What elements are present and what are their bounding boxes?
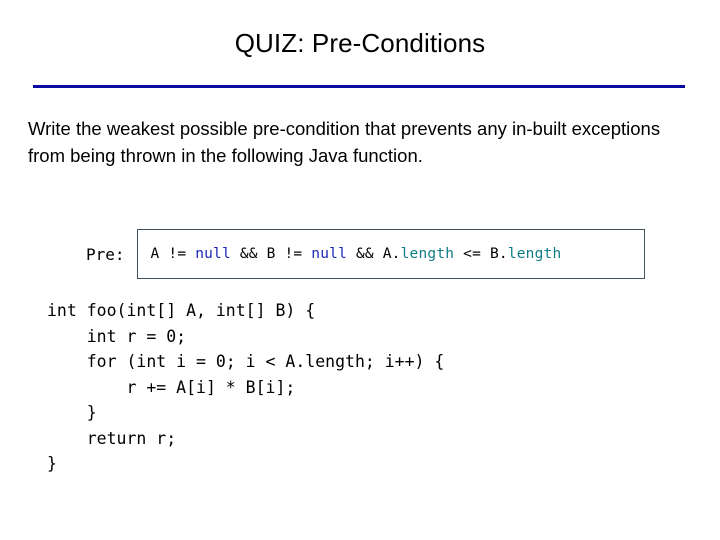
- precondition-box[interactable]: A != null && B != null && A.length <= B.…: [136, 229, 645, 279]
- code-line: int r = 0;: [47, 326, 187, 346]
- slide-root: { "slide": { "title": "QUIZ: Pre-Conditi…: [0, 0, 720, 540]
- code-line: }: [47, 403, 97, 422]
- precondition-token-4: && A.: [347, 246, 401, 262]
- precondition-token-7: length: [507, 246, 562, 262]
- code-line: }: [47, 454, 57, 473]
- prompt-text: Write the weakest possible pre-condition…: [28, 118, 661, 166]
- precondition-token-3: null: [311, 246, 348, 262]
- precondition-token-1: null: [195, 246, 231, 262]
- code-line: for (int i = 0; i < A.length; i++) {: [47, 352, 445, 371]
- title-divider: [33, 85, 685, 88]
- code-line: int foo(int[] A, int[] B) {: [47, 301, 316, 320]
- code-line: r += A[i] * B[i];: [47, 377, 296, 397]
- java-code-block: int foo(int[] A, int[] B) { int r = 0; f…: [47, 298, 444, 477]
- precondition-token-6: <= B.: [454, 246, 508, 262]
- precondition-token-0: A !=: [150, 246, 196, 262]
- precondition-expression: A != null && B != null && A.length <= B.…: [151, 246, 562, 262]
- page-title: QUIZ: Pre-Conditions: [234, 28, 486, 58]
- precondition-label: Pre:: [86, 244, 125, 264]
- precondition-token-5: length: [400, 246, 455, 262]
- precondition-row: Pre: A != null && B != null && A.length …: [86, 229, 645, 279]
- code-line: return r;: [47, 428, 177, 448]
- precondition-token-2: && B !=: [230, 246, 312, 262]
